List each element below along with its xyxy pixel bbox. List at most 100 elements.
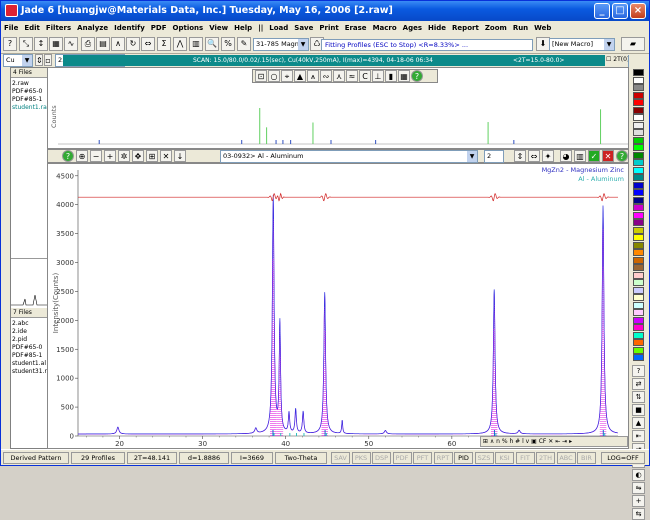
side-tool-icon[interactable]: +	[632, 495, 645, 507]
color-swatch[interactable]	[633, 271, 644, 279]
side-tool-icon[interactable]: ⇅	[632, 391, 645, 403]
scale-icon[interactable]: ⇔	[141, 37, 155, 51]
color-swatch[interactable]	[633, 114, 644, 121]
file-list-item[interactable]: PDF#85-1	[12, 96, 50, 104]
color-swatch[interactable]	[633, 339, 644, 346]
menu-item[interactable]: File	[1, 21, 21, 35]
pdf-select[interactable]: 31-785 Magne ▼	[253, 38, 309, 51]
fit-icon[interactable]: ≈	[346, 70, 358, 82]
expand-icon[interactable]: ✦	[542, 150, 554, 162]
color-swatch[interactable]	[633, 316, 644, 324]
status-flag[interactable]: 2TH	[536, 452, 555, 464]
color-swatch[interactable]	[633, 159, 644, 166]
move-icon[interactable]: ✥	[132, 150, 144, 162]
color-swatch[interactable]	[633, 189, 644, 196]
menu-item[interactable]: Zoom	[482, 21, 510, 35]
color-swatch[interactable]	[633, 151, 644, 159]
upper-plot[interactable]: Counts ⊡ ○ ⌖ ▲ ⩚ ∾ ⋏ ≈ C ⊥ ▮ ▦ ?	[47, 67, 629, 149]
spin-icon[interactable]: ⇕	[35, 54, 43, 66]
pie-icon[interactable]: ◕	[560, 150, 572, 162]
color-swatch[interactable]	[633, 256, 644, 264]
status-flag[interactable]: PID	[454, 452, 473, 464]
close-button[interactable]: ×	[630, 3, 646, 19]
maximize-button[interactable]: □	[612, 3, 628, 19]
color-swatch[interactable]	[633, 76, 644, 84]
arrows-h-icon[interactable]: ⇔	[528, 150, 540, 162]
status-flag[interactable]: SZS	[474, 452, 494, 464]
status-flag[interactable]: PKS	[351, 452, 371, 464]
status-flag[interactable]: PDF	[392, 452, 412, 464]
smooth-icon[interactable]: ∾	[320, 70, 332, 82]
color-swatch[interactable]	[633, 69, 644, 76]
color-swatch[interactable]	[633, 226, 644, 234]
magnify-icon[interactable]: ○	[268, 70, 280, 82]
side-tool-icon[interactable]: ?	[632, 365, 645, 377]
minus-icon[interactable]: −	[90, 150, 102, 162]
status-flag[interactable]: RPT	[433, 452, 453, 464]
arrows-icon[interactable]: ↕	[34, 37, 48, 51]
file-list-item[interactable]: PDF#65-0	[12, 88, 50, 96]
grid-icon[interactable]: ▦	[49, 37, 63, 51]
zoom-icon[interactable]: ⊕	[76, 150, 88, 162]
color-swatch[interactable]	[633, 136, 644, 144]
tick-icon[interactable]: ⊥	[372, 70, 384, 82]
phase-select[interactable]: 03-0932> Al - Aluminum ▼	[220, 150, 478, 163]
peaks-icon[interactable]: ⋀	[173, 37, 187, 51]
color-swatch[interactable]	[633, 309, 644, 316]
menu-item[interactable]: Run	[510, 21, 531, 35]
menu-item[interactable]: Identify	[111, 21, 148, 35]
color-swatch[interactable]	[633, 204, 644, 211]
file-list-item[interactable]: student1.ra	[12, 104, 50, 112]
shift-icon[interactable]: ⊞	[146, 150, 158, 162]
bars-icon[interactable]: ▥	[574, 150, 586, 162]
menu-item[interactable]: Macro	[370, 21, 400, 35]
menu-item[interactable]: PDF	[148, 21, 170, 35]
chart-icon[interactable]: ▤	[96, 37, 110, 51]
color-swatch[interactable]	[633, 346, 644, 354]
side-tool-icon[interactable]: ⇋	[632, 482, 645, 494]
color-swatch[interactable]	[633, 331, 644, 339]
target-select[interactable]: Cu ▼	[3, 54, 33, 67]
menu-item[interactable]: Edit	[21, 21, 43, 35]
down-icon[interactable]: ↓	[174, 150, 186, 162]
color-swatch[interactable]	[633, 129, 644, 136]
peak-icon[interactable]: ∧	[111, 37, 125, 51]
zoom-box-icon[interactable]: ⊡	[255, 70, 267, 82]
color-swatch[interactable]	[633, 249, 644, 256]
file-list-item[interactable]: PDF#85-1	[12, 352, 50, 360]
color-swatch[interactable]	[633, 196, 644, 204]
color-swatch[interactable]	[633, 181, 644, 189]
side-tool-icon[interactable]: ⇄	[632, 378, 645, 390]
peak-search-icon[interactable]: ▲	[294, 70, 306, 82]
color-swatch[interactable]	[633, 294, 644, 301]
file-list-item[interactable]: PDF#65-0	[12, 344, 50, 352]
status-flag[interactable]: SAV	[331, 452, 350, 464]
color-swatch[interactable]	[633, 301, 644, 309]
side-tool-icon[interactable]: ■	[632, 404, 645, 416]
status-flag[interactable]: KSI	[495, 452, 514, 464]
color-swatch[interactable]	[633, 174, 644, 181]
color-swatch[interactable]	[633, 144, 644, 151]
help-icon[interactable]: ?	[3, 37, 17, 51]
main-plot[interactable]: 0 500 1000 1500 2000 2500 3000 3500 4000 4500 20 30…	[47, 163, 629, 449]
status-flag[interactable]: DSP	[372, 452, 391, 464]
color-swatch[interactable]	[633, 166, 644, 174]
minimize-button[interactable]: _	[594, 3, 610, 19]
gear-icon[interactable]: ✲	[118, 150, 130, 162]
color-swatch[interactable]	[633, 354, 644, 361]
status-flag[interactable]: BIR	[577, 452, 596, 464]
file-icon[interactable]: ▫	[44, 54, 52, 66]
bg-icon[interactable]: ⩚	[307, 70, 319, 82]
color-swatch[interactable]	[633, 106, 644, 114]
sum-icon[interactable]: Σ	[157, 37, 171, 51]
color-swatch[interactable]	[633, 219, 644, 226]
menu-item[interactable]: Load	[266, 21, 291, 35]
bars-small-icon[interactable]: ▮	[385, 70, 397, 82]
menu-item[interactable]: Options	[170, 21, 207, 35]
menu-item[interactable]: Filters	[43, 21, 74, 35]
stop-icon[interactable]: ✕	[602, 150, 614, 162]
help-icon-2[interactable]: ?	[616, 150, 628, 162]
print-icon[interactable]: ⎙	[81, 37, 95, 51]
cross-icon[interactable]: ✕	[160, 150, 172, 162]
percent-icon[interactable]: %	[221, 37, 235, 51]
